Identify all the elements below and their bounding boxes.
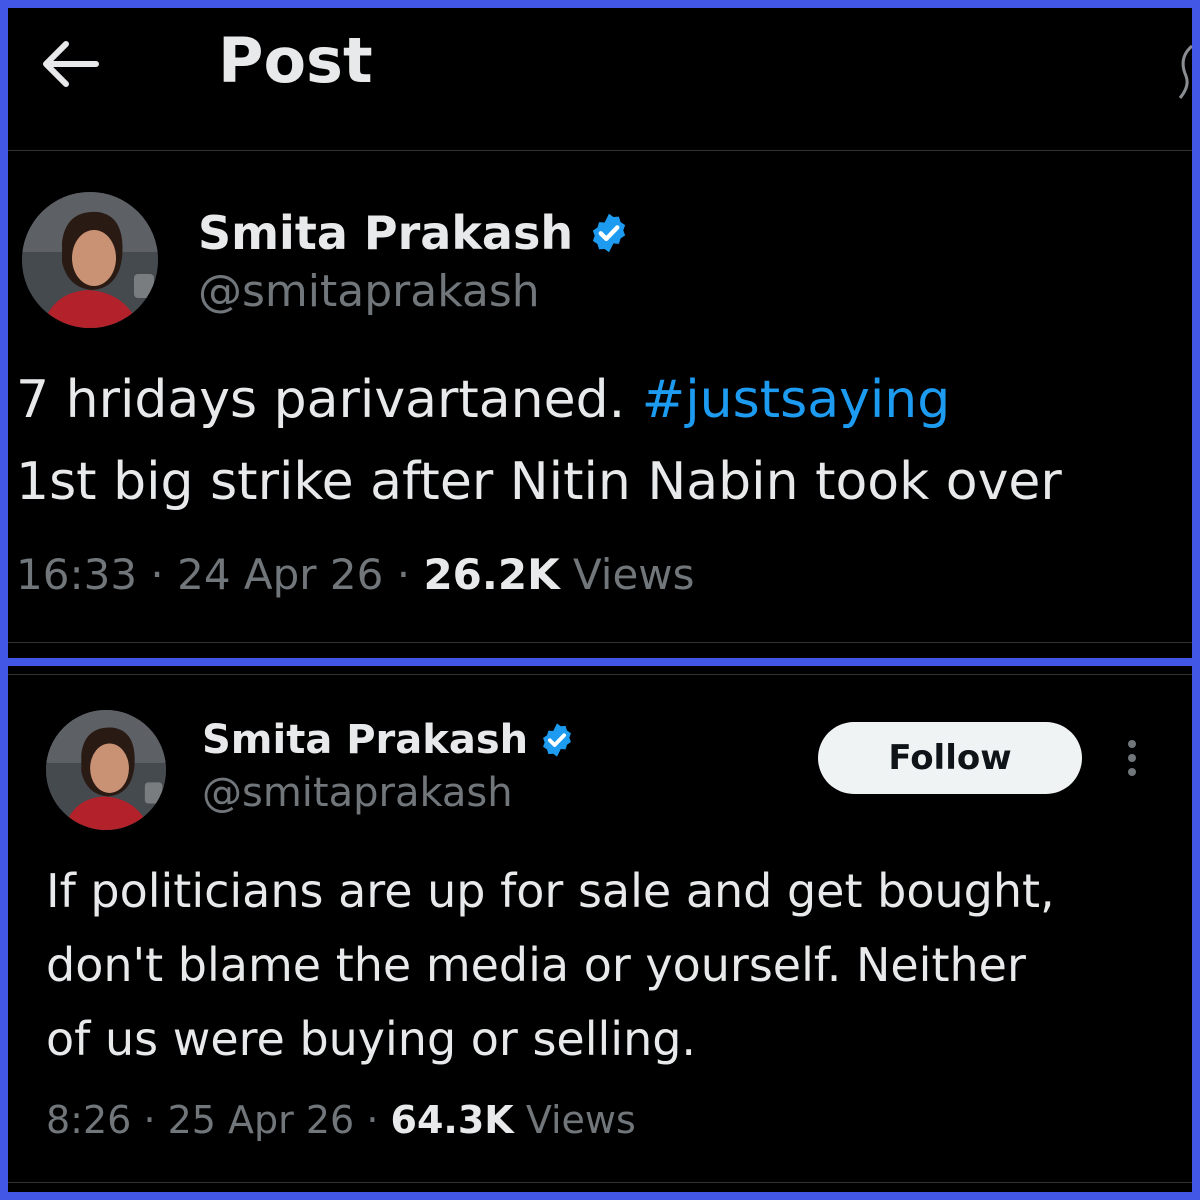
author-name-row: Smita Prakash (198, 206, 631, 260)
author-name[interactable]: Smita Prakash (202, 717, 528, 763)
author-name[interactable]: Smita Prakash (198, 206, 573, 260)
author-handle[interactable]: @smitaprakash (198, 266, 540, 317)
tweet-text-line: 7 hridays parivartaned. #justsaying (16, 370, 950, 430)
verified-badge-icon (543, 723, 572, 757)
tweet-text-line: don't blame the media or yourself. Neith… (46, 938, 1026, 992)
hashtag-link[interactable]: #justsaying (642, 370, 951, 430)
views-label: Views (525, 1098, 636, 1142)
views-count[interactable]: 26.2K (423, 550, 559, 599)
tweet-date[interactable]: 25 Apr 26 (168, 1098, 355, 1142)
post-detail-panel: Post Smita Prakash @smitaprakash 7 hrida… (8, 8, 1192, 658)
tweet-meta: 16:33 · 24 Apr 26 · 26.2K Views (16, 550, 695, 599)
profile-photo (22, 192, 158, 328)
author-name-row: Smita Prakash (202, 716, 576, 764)
tweet-text-line: 1st big strike after Nitin Nabin took ov… (16, 452, 1062, 512)
tweet-time[interactable]: 8:26 (46, 1098, 131, 1142)
meta-separator: · (150, 550, 164, 599)
page-title: Post (218, 24, 373, 97)
meta-separator: · (143, 1098, 156, 1142)
divider (8, 150, 1192, 151)
profile-photo (46, 710, 166, 830)
divider (8, 674, 1192, 675)
arrow-left-icon[interactable] (38, 32, 102, 96)
more-vertical-icon[interactable] (1120, 736, 1144, 780)
follow-button[interactable]: Follow (818, 722, 1082, 794)
divider (8, 642, 1192, 643)
author-handle[interactable]: @smitaprakash (202, 770, 513, 816)
divider (8, 1182, 1192, 1183)
avatar[interactable] (22, 192, 158, 328)
tweet-time[interactable]: 16:33 (16, 550, 137, 599)
tweet-text-line: If politicians are up for sale and get b… (46, 864, 1055, 918)
tweet-date[interactable]: 24 Apr 26 (177, 550, 383, 599)
top-app-bar: Post (8, 8, 1192, 158)
search-icon[interactable] (1172, 42, 1192, 102)
tweet-text: 7 hridays parivartaned. (16, 370, 642, 430)
avatar[interactable] (46, 710, 166, 830)
views-count[interactable]: 64.3K (391, 1098, 514, 1142)
verified-badge-icon (592, 213, 626, 253)
meta-separator: · (396, 550, 411, 599)
tweet-text-line: of us were buying or selling. (46, 1012, 697, 1066)
meta-separator: · (366, 1098, 379, 1142)
tweet-meta: 8:26 · 25 Apr 26 · 64.3K Views (46, 1098, 636, 1142)
tweet-panel: Smita Prakash @smitaprakash Follow If po… (8, 666, 1192, 1192)
views-label: Views (572, 550, 695, 599)
